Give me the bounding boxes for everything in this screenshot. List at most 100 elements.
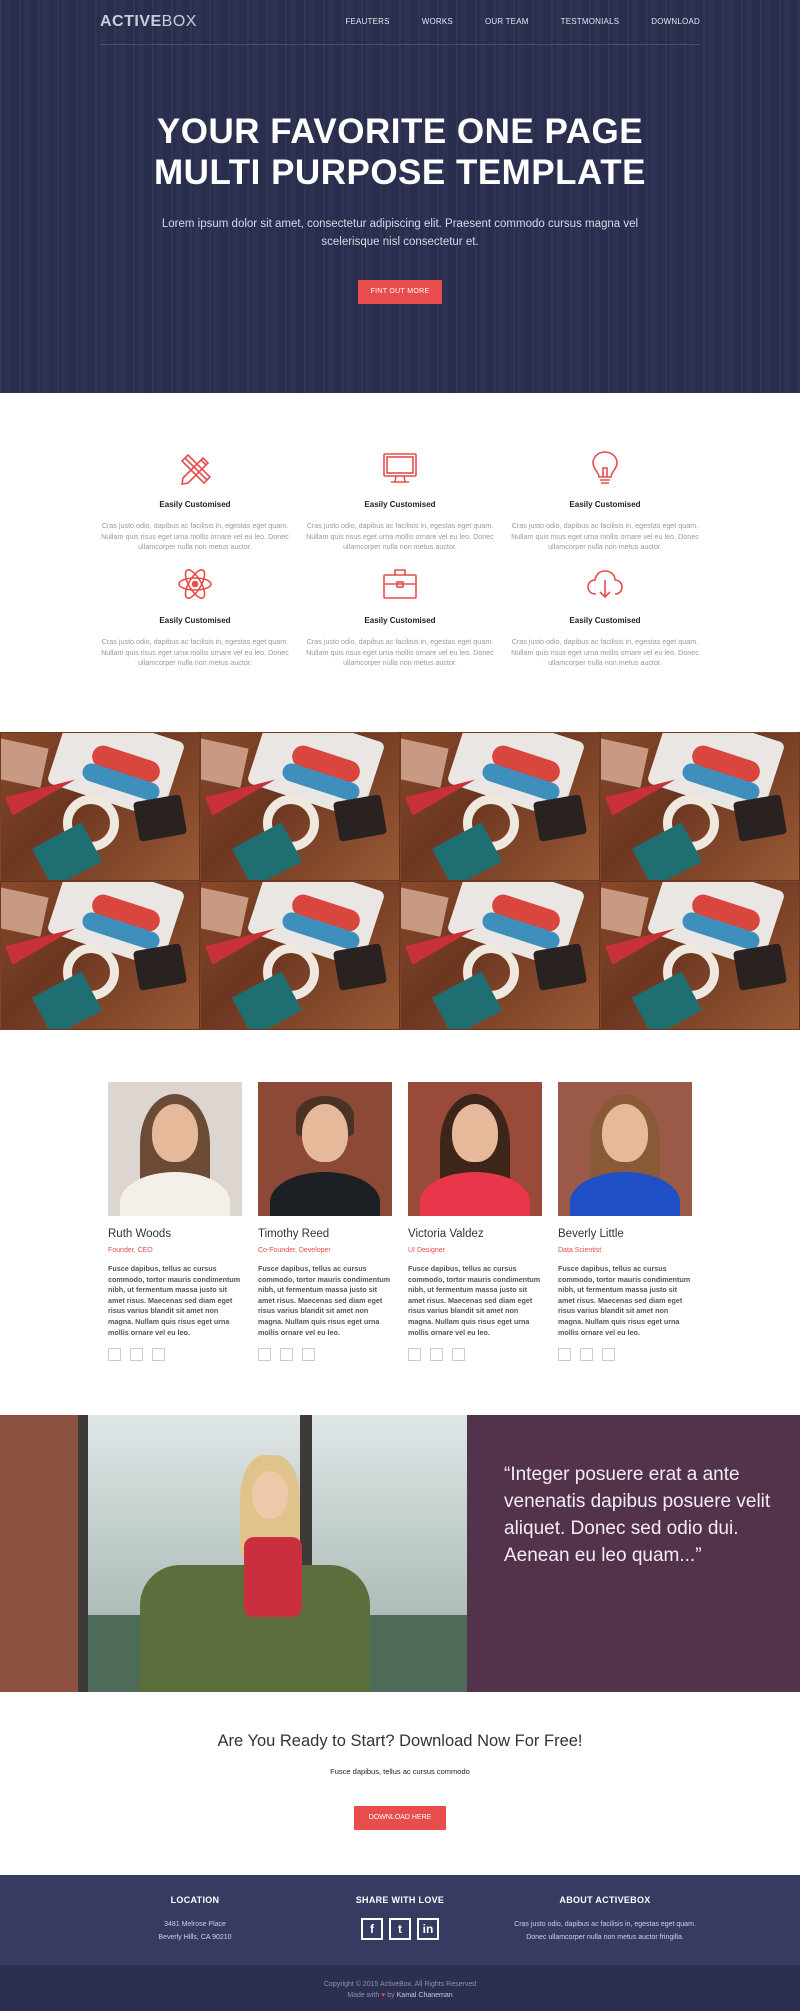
team-member-role: Founder, CEO <box>108 1247 153 1254</box>
team-member-social <box>408 1348 543 1362</box>
nav-link-works[interactable]: WORKS <box>422 17 453 26</box>
team-member-name: Ruth Woods <box>108 1228 172 1240</box>
gallery-image[interactable] <box>200 881 400 1030</box>
facebook-icon[interactable]: f <box>361 1918 383 1940</box>
twitter-icon[interactable] <box>430 1348 443 1362</box>
feature-title: Easily Customised <box>569 500 641 509</box>
feature-title: Easily Customised <box>364 616 436 625</box>
team-section: Ruth Woods Founder, CEO Fusce dapibus, t… <box>0 1030 800 1415</box>
feature-card: Easily Customised Cras justo odio, dapib… <box>100 448 290 553</box>
team-member-role: UI Designer <box>408 1247 445 1254</box>
facebook-icon[interactable] <box>558 1348 571 1362</box>
team-member-name: Beverly Little <box>558 1228 624 1240</box>
download-subtitle: Fusce dapibus, tellus ac cursus commodo <box>330 1767 470 1776</box>
footer-location: LOCATION 3481 Melrose Place Beverly Hill… <box>100 1895 290 1944</box>
feature-card: Easily Customised Cras justo odio, dapib… <box>305 448 495 553</box>
download-section: Are You Ready to Start? Download Now For… <box>0 1692 800 1875</box>
by-label: by <box>387 1992 395 1999</box>
footer-about: ABOUT ACTIVEBOX Cras justo odio, dapibus… <box>510 1895 700 1944</box>
nav-link-features[interactable]: FEAUTERS <box>345 17 389 26</box>
facebook-icon[interactable] <box>108 1348 121 1362</box>
footer-social-icons: f t in <box>305 1918 495 1940</box>
footer-address: 3481 Melrose Place Beverly Hills, CA 902… <box>100 1919 290 1944</box>
gallery-image[interactable] <box>0 732 200 881</box>
gallery-image[interactable] <box>600 881 800 1030</box>
team-member-social <box>558 1348 693 1362</box>
nav-links: FEAUTERS WORKS OUR TEAM TESTMONIALS DOWN… <box>313 17 700 26</box>
feature-title: Easily Customised <box>159 500 231 509</box>
twitter-icon[interactable] <box>130 1348 143 1362</box>
team-member-social <box>258 1348 393 1362</box>
footer-about-title: ABOUT ACTIVEBOX <box>559 1895 651 1905</box>
team-member-photo <box>558 1082 692 1216</box>
feature-card: Easily Customised Cras justo odio, dapib… <box>510 448 700 553</box>
cloud-download-icon <box>587 570 623 599</box>
team-member-card: Victoria Valdez UI Designer Fusce dapibu… <box>408 1082 543 1362</box>
team-member-card: Timothy Reed Co-Founder, Developer Fusce… <box>258 1082 393 1362</box>
facebook-icon[interactable] <box>408 1348 421 1362</box>
monitor-icon <box>383 453 417 483</box>
gallery-image[interactable] <box>400 881 600 1030</box>
team-member-photo <box>258 1082 392 1216</box>
feature-text: Cras justo odio, dapibus ac facilisis in… <box>101 637 289 667</box>
testimonial-quote-panel: “Integer posuere erat a ante venenatis d… <box>467 1415 800 1692</box>
team-member-bio: Fusce dapibus, tellus ac cursus commodo,… <box>408 1264 541 1337</box>
linkedin-icon[interactable]: in <box>417 1918 439 1940</box>
author-link[interactable]: Kamal Chaneman <box>397 1992 453 1999</box>
team-member-bio: Fusce dapibus, tellus ac cursus commodo,… <box>108 1264 241 1337</box>
top-navbar: ACTIVEBOX FEAUTERS WORKS OUR TEAM TESTMO… <box>100 0 700 45</box>
linkedin-icon[interactable] <box>602 1348 615 1362</box>
hero-section: ACTIVEBOX FEAUTERS WORKS OUR TEAM TESTMO… <box>0 0 800 393</box>
nav-link-testimonials[interactable]: TESTMONIALS <box>561 17 620 26</box>
footer-about-text: Cras justo odio, dapibus ac facilisis in… <box>514 1921 696 1941</box>
nav-link-download[interactable]: DOWNLOAD <box>651 17 700 26</box>
footer-top: LOCATION 3481 Melrose Place Beverly Hill… <box>0 1875 800 1965</box>
gallery-image[interactable] <box>200 732 400 881</box>
testimonial-quote: “Integer posuere erat a ante venenatis d… <box>504 1464 771 1566</box>
download-here-button[interactable]: DOWNLOAD HERE <box>354 1806 446 1830</box>
made-with-label: Made with <box>347 1992 380 1999</box>
team-member-photo <box>108 1082 242 1216</box>
nav-link-our-team[interactable]: OUR TEAM <box>485 17 529 26</box>
linkedin-icon[interactable] <box>302 1348 315 1362</box>
heart-icon: ♥ <box>381 1992 386 1999</box>
gallery-image[interactable] <box>0 881 200 1030</box>
twitter-icon[interactable] <box>580 1348 593 1362</box>
feature-text: Cras justo odio, dapibus ac facilisis in… <box>511 521 699 551</box>
made-with-line: Made with ♥ by Kamal Chaneman <box>0 1990 800 2001</box>
team-member-card: Ruth Woods Founder, CEO Fusce dapibus, t… <box>108 1082 243 1362</box>
feature-text: Cras justo odio, dapibus ac facilisis in… <box>511 637 699 667</box>
footer-share-title: SHARE WITH LOVE <box>355 1895 445 1905</box>
gallery-image[interactable] <box>600 732 800 881</box>
gallery-image[interactable] <box>400 732 600 881</box>
hero-title-line2: MULTI PURPOSE TEMPLATE <box>154 153 646 192</box>
brand-logo-bold: ACTIVE <box>100 13 162 30</box>
linkedin-icon[interactable] <box>152 1348 165 1362</box>
linkedin-icon[interactable] <box>452 1348 465 1362</box>
team-member-role: Data Scientist <box>558 1247 602 1254</box>
footer-share: SHARE WITH LOVE f t in <box>305 1895 495 1940</box>
copyright-text: Copyright © 2015 ActiveBox. All Rights R… <box>323 1981 477 1988</box>
feature-title: Easily Customised <box>159 616 231 625</box>
briefcase-icon <box>383 569 417 599</box>
team-member-name: Timothy Reed <box>258 1228 330 1240</box>
team-member-bio: Fusce dapibus, tellus ac cursus commodo,… <box>258 1264 391 1337</box>
find-out-more-button[interactable]: FINT OUT MORE <box>358 280 442 304</box>
hero-subtitle: Lorem ipsum dolor sit amet, consectetur … <box>161 218 639 248</box>
team-member-name: Victoria Valdez <box>408 1228 484 1240</box>
twitter-icon[interactable]: t <box>389 1918 411 1940</box>
feature-card: Easily Customised Cras justo odio, dapib… <box>100 564 290 669</box>
team-member-photo <box>408 1082 542 1216</box>
download-title: Are You Ready to Start? Download Now For… <box>217 1732 583 1750</box>
team-member-social <box>108 1348 243 1362</box>
brand-logo[interactable]: ACTIVEBOX <box>100 13 197 31</box>
hero-title: YOUR FAVORITE ONE PAGE MULTI PURPOSE TEM… <box>0 111 800 193</box>
feature-title: Easily Customised <box>364 500 436 509</box>
pencil-ruler-icon <box>180 453 212 485</box>
footer-location-title: LOCATION <box>170 1895 220 1905</box>
footer-bottom: Copyright © 2015 ActiveBox. All Rights R… <box>0 1965 800 2011</box>
footer: LOCATION 3481 Melrose Place Beverly Hill… <box>0 1875 800 2011</box>
facebook-icon[interactable] <box>258 1348 271 1362</box>
footer-address-line2: Beverly Hills, CA 90210 <box>158 1933 232 1941</box>
twitter-icon[interactable] <box>280 1348 293 1362</box>
